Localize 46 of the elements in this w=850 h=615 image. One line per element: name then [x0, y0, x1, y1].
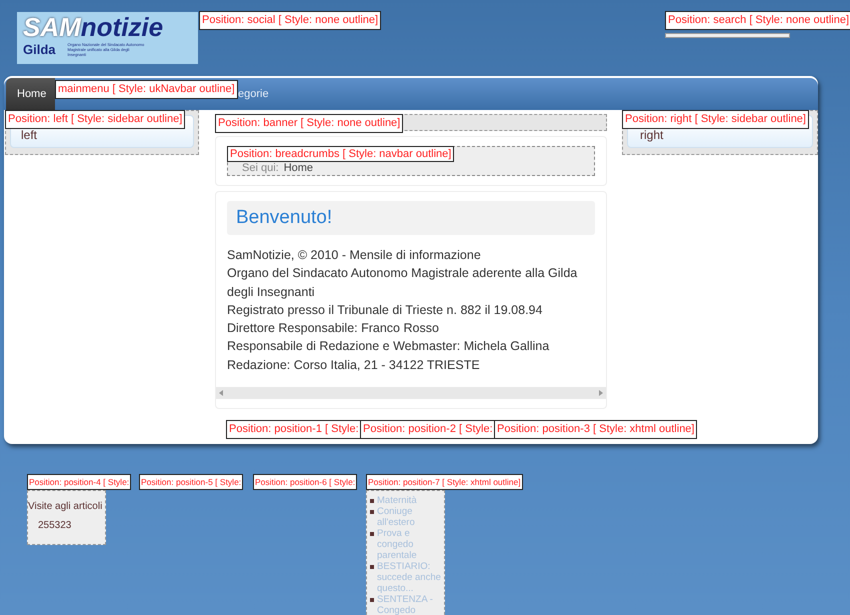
position-label: Position: position-5 [ Style: — [139, 474, 244, 490]
position-label: Position: position-6 [ Style: — [253, 474, 358, 490]
article-link[interactable]: Maternità — [377, 495, 417, 506]
article-link[interactable]: Prova e congedo parentale — [377, 528, 444, 561]
visits-title: Visite agli articoli — [28, 500, 104, 514]
position-label: mainmenu [ Style: ukNavbar outline] — [55, 80, 238, 99]
article-title: Benvenuto! — [236, 206, 332, 230]
position-label: Position: position-7 [ Style: xhtml outline] — [366, 474, 523, 490]
bullet-icon — [370, 598, 374, 602]
position-label: Position: left [ Style: sidebar outline] — [5, 110, 186, 129]
bullet-icon — [370, 510, 374, 514]
module-text: right — [640, 128, 664, 142]
logo-title: SAM — [23, 14, 81, 40]
position-label: Position: position-2 [ Style: — [360, 420, 496, 439]
scroll-right-icon[interactable] — [599, 390, 603, 396]
horizontal-scrollbar[interactable] — [216, 387, 606, 399]
article-link[interactable]: SENTENZA - Congedo — [377, 594, 444, 615]
scroll-left-icon[interactable] — [219, 390, 223, 396]
article-link[interactable]: Coniuge all'estero — [377, 506, 444, 528]
position-label: Position: position-1 [ Style: — [226, 420, 362, 439]
bullet-icon — [370, 499, 374, 503]
bullet-icon — [370, 565, 374, 569]
article-text: SamNotizie, © 2010 - Mensile di informazione — [227, 247, 482, 264]
article-text: Organo del Sindacato Autonomo Magistrale aderente alla Gilda degli Insegnanti — [227, 265, 578, 301]
logo-title: notizie — [80, 14, 164, 40]
position-label: Position: search [ Style: none outline] — [665, 11, 850, 30]
bullet-icon — [370, 532, 374, 536]
position-label: Position: banner [ Style: none outline] — [215, 114, 404, 133]
article-text: Redazione: Corso Italia, 21 - 34122 TRIESTE — [227, 356, 481, 374]
module-text: left — [21, 128, 38, 142]
position-label: Position: right [ Style: sidebar outline] — [622, 110, 809, 129]
nav-item[interactable]: Home — [6, 78, 55, 110]
article-link[interactable]: BESTIARIO: succede anche questo... — [377, 561, 444, 594]
article-text: Direttore Responsabile: Franco Rosso — [227, 320, 440, 338]
position-label: Position: position-3 [ Style: xhtml outline] — [494, 420, 698, 439]
logo-subtitle: Gilda — [23, 41, 56, 59]
search-field[interactable] — [665, 33, 790, 38]
position-label: Position: breadcrumbs [ Style: navbar outline] — [227, 146, 454, 162]
breadcrumb-link[interactable]: Home — [284, 162, 314, 174]
article-text: Registrato presso il Tribunale di Trieste n. 882 il 19.08.94 — [227, 302, 544, 319]
article-text: Responsabile di Redazione e Webmaster: Michela Gallina — [227, 338, 550, 356]
nav-item[interactable]: egorie — [238, 78, 269, 110]
position-label: Position: social [ Style: none outline] — [199, 11, 382, 30]
breadcrumb-label: Sei qui: — [242, 162, 279, 174]
position-label: Position: position-4 [ Style: — [27, 474, 132, 490]
visits-count: 255323 — [38, 519, 72, 533]
